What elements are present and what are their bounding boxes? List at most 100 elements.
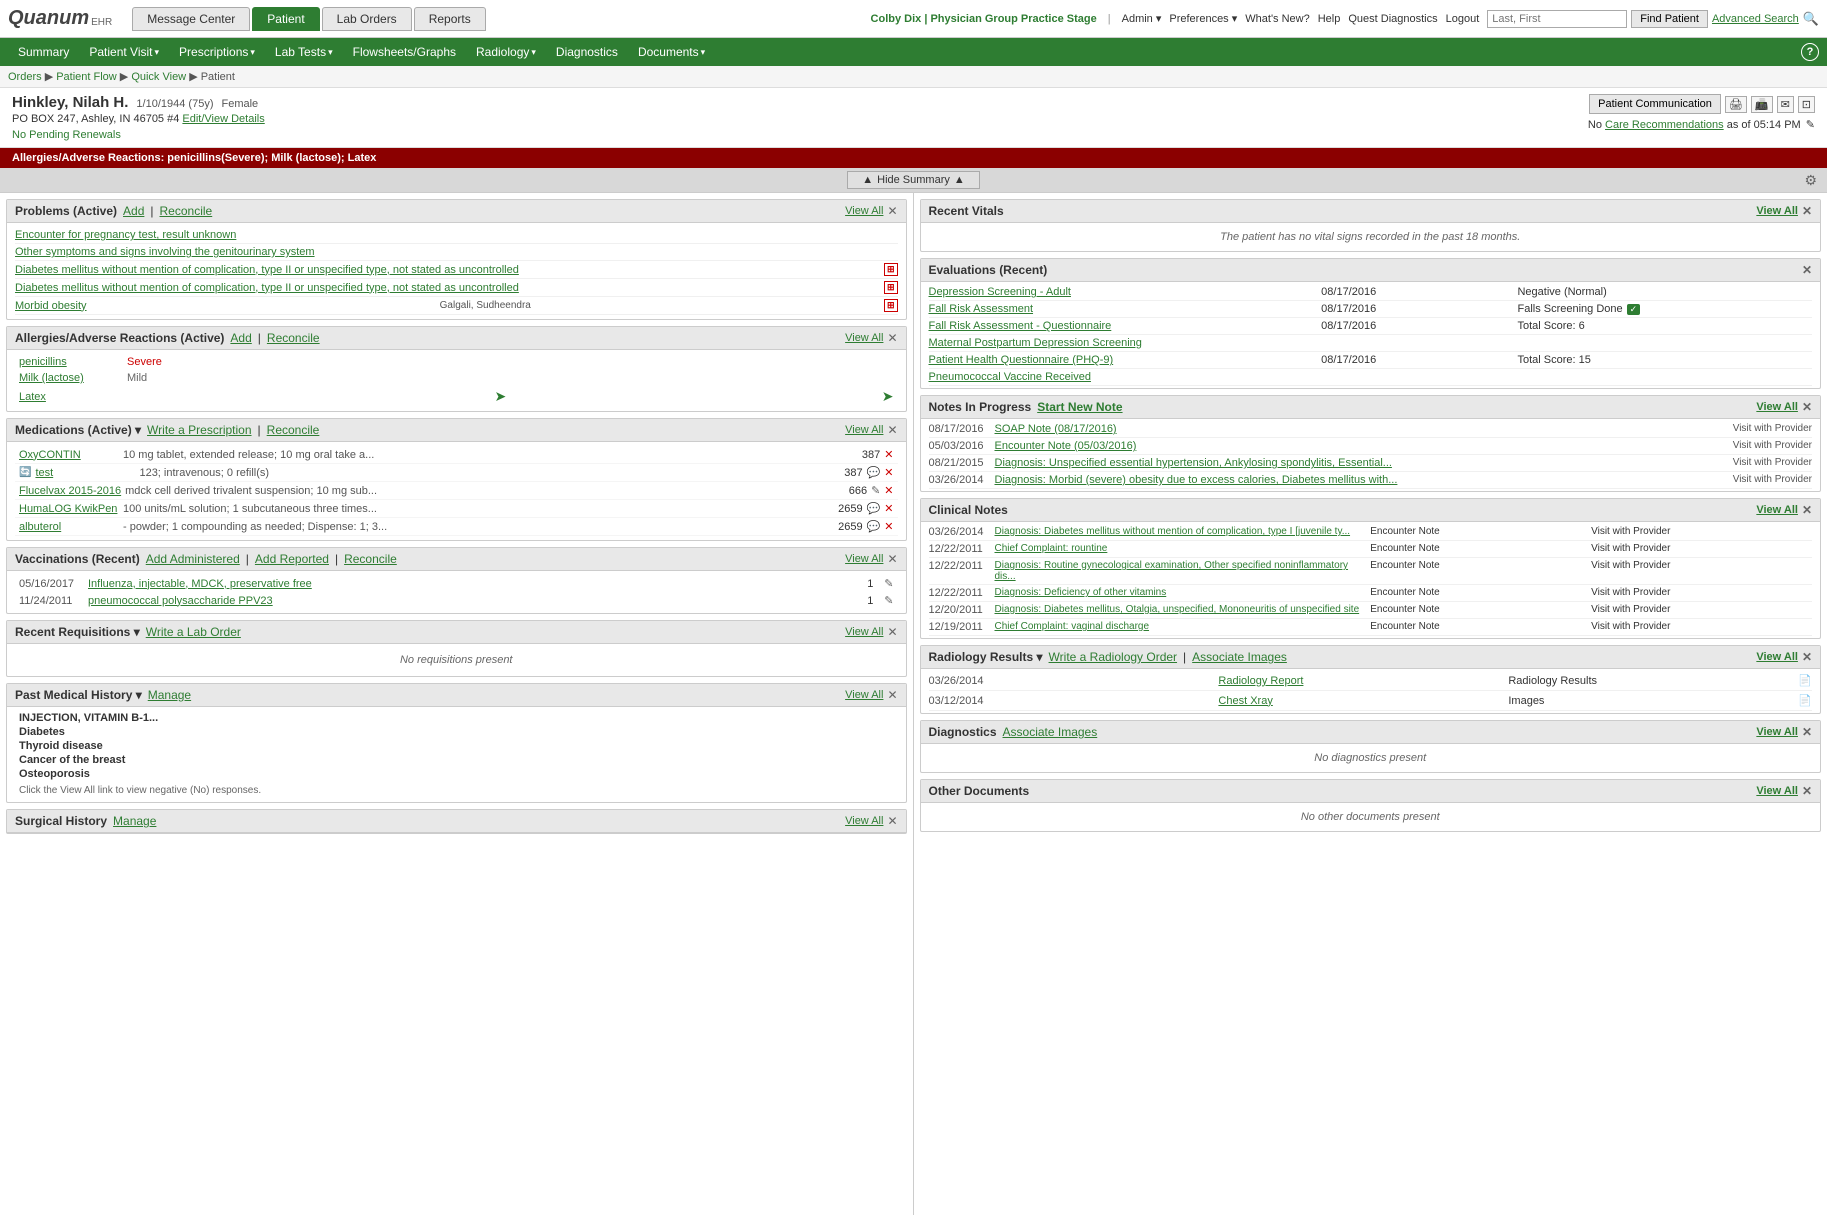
expand-icon[interactable]: ⊡ bbox=[1798, 96, 1815, 113]
vacc-edit-1[interactable]: ✎ bbox=[884, 577, 893, 590]
nav-documents[interactable]: Documents ▾ bbox=[628, 41, 715, 63]
help-icon[interactable]: ? bbox=[1801, 43, 1819, 61]
note-p-link-2[interactable]: Encounter Note (05/03/2016) bbox=[995, 440, 1137, 452]
note-p-link-3[interactable]: Diagnosis: Unspecified essential hyperte… bbox=[995, 457, 1392, 469]
medications-reconcile-link[interactable]: Reconcile bbox=[267, 423, 320, 437]
logout-link[interactable]: Logout bbox=[1446, 13, 1480, 25]
medications-view-all[interactable]: View All bbox=[845, 424, 883, 436]
clinical-link-4[interactable]: Diagnosis: Deficiency of other vitamins bbox=[995, 587, 1167, 599]
vaccinations-close-btn[interactable]: ✕ bbox=[887, 552, 897, 566]
surgical-history-close-btn[interactable]: ✕ bbox=[887, 814, 897, 828]
notes-progress-close-btn[interactable]: ✕ bbox=[1802, 400, 1812, 414]
nav-prescriptions[interactable]: Prescriptions ▾ bbox=[169, 41, 265, 63]
allergy-name-2[interactable]: Milk (lactose) bbox=[19, 372, 119, 384]
breadcrumb-orders[interactable]: Orders bbox=[8, 71, 42, 83]
problem-icon-1[interactable]: ⊞ bbox=[884, 263, 898, 276]
problems-view-all[interactable]: View All bbox=[845, 205, 883, 217]
med-name-4[interactable]: HumaLOG KwikPen bbox=[19, 503, 119, 515]
rad-doc-icon-1[interactable]: 📄 bbox=[1798, 674, 1812, 687]
radiology-associate-link[interactable]: Associate Images bbox=[1192, 650, 1287, 664]
problems-add-link[interactable]: Add bbox=[123, 204, 144, 218]
rad-doc-icon-2[interactable]: 📄 bbox=[1798, 694, 1812, 707]
nav-diagnostics[interactable]: Diagnostics bbox=[546, 41, 628, 63]
problem-link-2[interactable]: Other symptoms and signs involving the g… bbox=[15, 246, 315, 258]
rad-name-2[interactable]: Chest Xray bbox=[1218, 695, 1508, 707]
nav-radiology[interactable]: Radiology ▾ bbox=[466, 41, 546, 63]
requisitions-write-link[interactable]: Write a Lab Order bbox=[146, 625, 241, 639]
vaccinations-add-admin[interactable]: Add Administered bbox=[146, 552, 240, 566]
problem-link-1[interactable]: Encounter for pregnancy test, result unk… bbox=[15, 229, 236, 241]
med-chat-4[interactable]: 💬 bbox=[867, 502, 881, 515]
past-medical-manage[interactable]: Manage bbox=[148, 688, 191, 702]
start-new-note-link[interactable]: Start New Note bbox=[1037, 400, 1122, 414]
med-delete-1[interactable]: ✕ bbox=[884, 448, 893, 461]
problem-link-5[interactable]: Morbid obesity bbox=[15, 300, 87, 312]
problems-close-btn[interactable]: ✕ bbox=[887, 204, 897, 218]
nav-flowsheets[interactable]: Flowsheets/Graphs bbox=[343, 41, 466, 63]
clinical-link-5[interactable]: Diagnosis: Diabetes mellitus, Otalgia, u… bbox=[995, 604, 1360, 616]
diagnostics-associate-link[interactable]: Associate Images bbox=[1003, 725, 1098, 739]
eval-name-3[interactable]: Fall Risk Assessment - Questionnaire bbox=[929, 320, 1322, 332]
fax-icon[interactable]: 📠 bbox=[1751, 96, 1773, 113]
requisitions-view-all[interactable]: View All bbox=[845, 626, 883, 638]
med-delete-4[interactable]: ✕ bbox=[884, 502, 893, 515]
med-name-1[interactable]: OxyCONTIN bbox=[19, 449, 119, 461]
problems-reconcile-link[interactable]: Reconcile bbox=[160, 204, 213, 218]
quest-link[interactable]: Quest Diagnostics bbox=[1348, 13, 1437, 25]
allergy-name-1[interactable]: penicillins bbox=[19, 356, 119, 368]
allergies-close-btn[interactable]: ✕ bbox=[887, 331, 897, 345]
eval-name-4[interactable]: Maternal Postpartum Depression Screening bbox=[929, 337, 1322, 349]
advanced-search-link[interactable]: Advanced Search bbox=[1712, 13, 1799, 25]
tab-message-center[interactable]: Message Center bbox=[132, 7, 250, 31]
vacc-name-2[interactable]: pneumococcal polysaccharide PPV23 bbox=[88, 595, 856, 607]
note-p-link-4[interactable]: Diagnosis: Morbid (severe) obesity due t… bbox=[995, 474, 1398, 486]
vitals-view-all[interactable]: View All bbox=[1756, 205, 1798, 217]
eval-name-2[interactable]: Fall Risk Assessment bbox=[929, 303, 1322, 315]
problem-icon-3[interactable]: ⊞ bbox=[884, 299, 898, 312]
surgical-history-view-all[interactable]: View All bbox=[845, 815, 883, 827]
tab-lab-orders[interactable]: Lab Orders bbox=[322, 7, 412, 31]
evaluations-close-btn[interactable]: ✕ bbox=[1802, 263, 1812, 277]
print-icon[interactable]: 🖨 bbox=[1725, 96, 1747, 113]
radiology-view-all[interactable]: View All bbox=[1756, 651, 1798, 663]
notes-progress-view-all[interactable]: View All bbox=[1756, 401, 1798, 413]
breadcrumb-patient-flow[interactable]: Patient Flow bbox=[56, 71, 117, 83]
medications-write-link[interactable]: Write a Prescription bbox=[147, 423, 251, 437]
med-name-3[interactable]: Flucelvax 2015-2016 bbox=[19, 485, 121, 497]
clinical-notes-close-btn[interactable]: ✕ bbox=[1802, 503, 1812, 517]
email-icon[interactable]: ✉ bbox=[1777, 96, 1794, 113]
med-delete-2[interactable]: ✕ bbox=[884, 466, 893, 479]
past-medical-view-all[interactable]: View All bbox=[845, 689, 883, 701]
clinical-link-3[interactable]: Diagnosis: Routine gynecological examina… bbox=[995, 560, 1371, 582]
problem-icon-2[interactable]: ⊞ bbox=[884, 281, 898, 294]
help-link[interactable]: Help bbox=[1318, 13, 1341, 25]
clinical-notes-view-all[interactable]: View All bbox=[1756, 504, 1798, 516]
nav-summary[interactable]: Summary bbox=[8, 41, 79, 63]
clinical-link-6[interactable]: Chief Complaint: vaginal discharge bbox=[995, 621, 1150, 633]
med-chat-2[interactable]: 💬 bbox=[867, 466, 881, 479]
med-name-2[interactable]: test bbox=[35, 467, 135, 479]
allergies-view-all[interactable]: View All bbox=[845, 332, 883, 344]
eval-name-6[interactable]: Pneumococcal Vaccine Received bbox=[929, 371, 1322, 383]
preferences-link[interactable]: Preferences ▾ bbox=[1169, 12, 1237, 25]
eval-name-1[interactable]: Depression Screening - Adult bbox=[929, 286, 1322, 298]
med-chat-5[interactable]: 💬 bbox=[867, 520, 881, 533]
past-medical-close-btn[interactable]: ✕ bbox=[887, 688, 897, 702]
patient-communication-button[interactable]: Patient Communication bbox=[1589, 94, 1721, 114]
allergies-add-link[interactable]: Add bbox=[230, 331, 251, 345]
other-docs-close-btn[interactable]: ✕ bbox=[1802, 784, 1812, 798]
tab-patient[interactable]: Patient bbox=[252, 7, 319, 31]
edit-view-details-link[interactable]: Edit/View Details bbox=[182, 113, 264, 125]
vaccinations-view-all[interactable]: View All bbox=[845, 553, 883, 565]
find-patient-button[interactable]: Find Patient bbox=[1631, 10, 1708, 28]
problem-link-3[interactable]: Diabetes mellitus without mention of com… bbox=[15, 264, 519, 276]
med-name-5[interactable]: albuterol bbox=[19, 521, 119, 533]
radiology-write-link[interactable]: Write a Radiology Order bbox=[1049, 650, 1178, 664]
medications-close-btn[interactable]: ✕ bbox=[887, 423, 897, 437]
other-docs-view-all[interactable]: View All bbox=[1756, 785, 1798, 797]
requisitions-close-btn[interactable]: ✕ bbox=[887, 625, 897, 639]
rad-name-1[interactable]: Radiology Report bbox=[1218, 675, 1508, 687]
clinical-link-2[interactable]: Chief Complaint: rountine bbox=[995, 543, 1108, 555]
vacc-edit-2[interactable]: ✎ bbox=[884, 594, 893, 607]
med-delete-3[interactable]: ✕ bbox=[884, 484, 893, 497]
